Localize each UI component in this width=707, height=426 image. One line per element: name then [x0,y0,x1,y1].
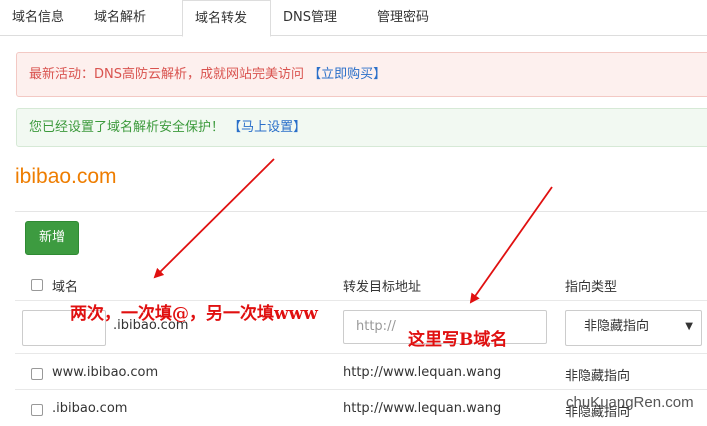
annotation-left: 两次，一次填@，另一次填www [70,304,318,324]
watermark: chuKuangRen.com [566,394,694,411]
annotation-right: 这里写B域名 [408,330,508,350]
left-annotation-arrow [153,158,275,279]
right-annotation-arrow [469,186,553,304]
annotation-arrows [153,158,553,304]
